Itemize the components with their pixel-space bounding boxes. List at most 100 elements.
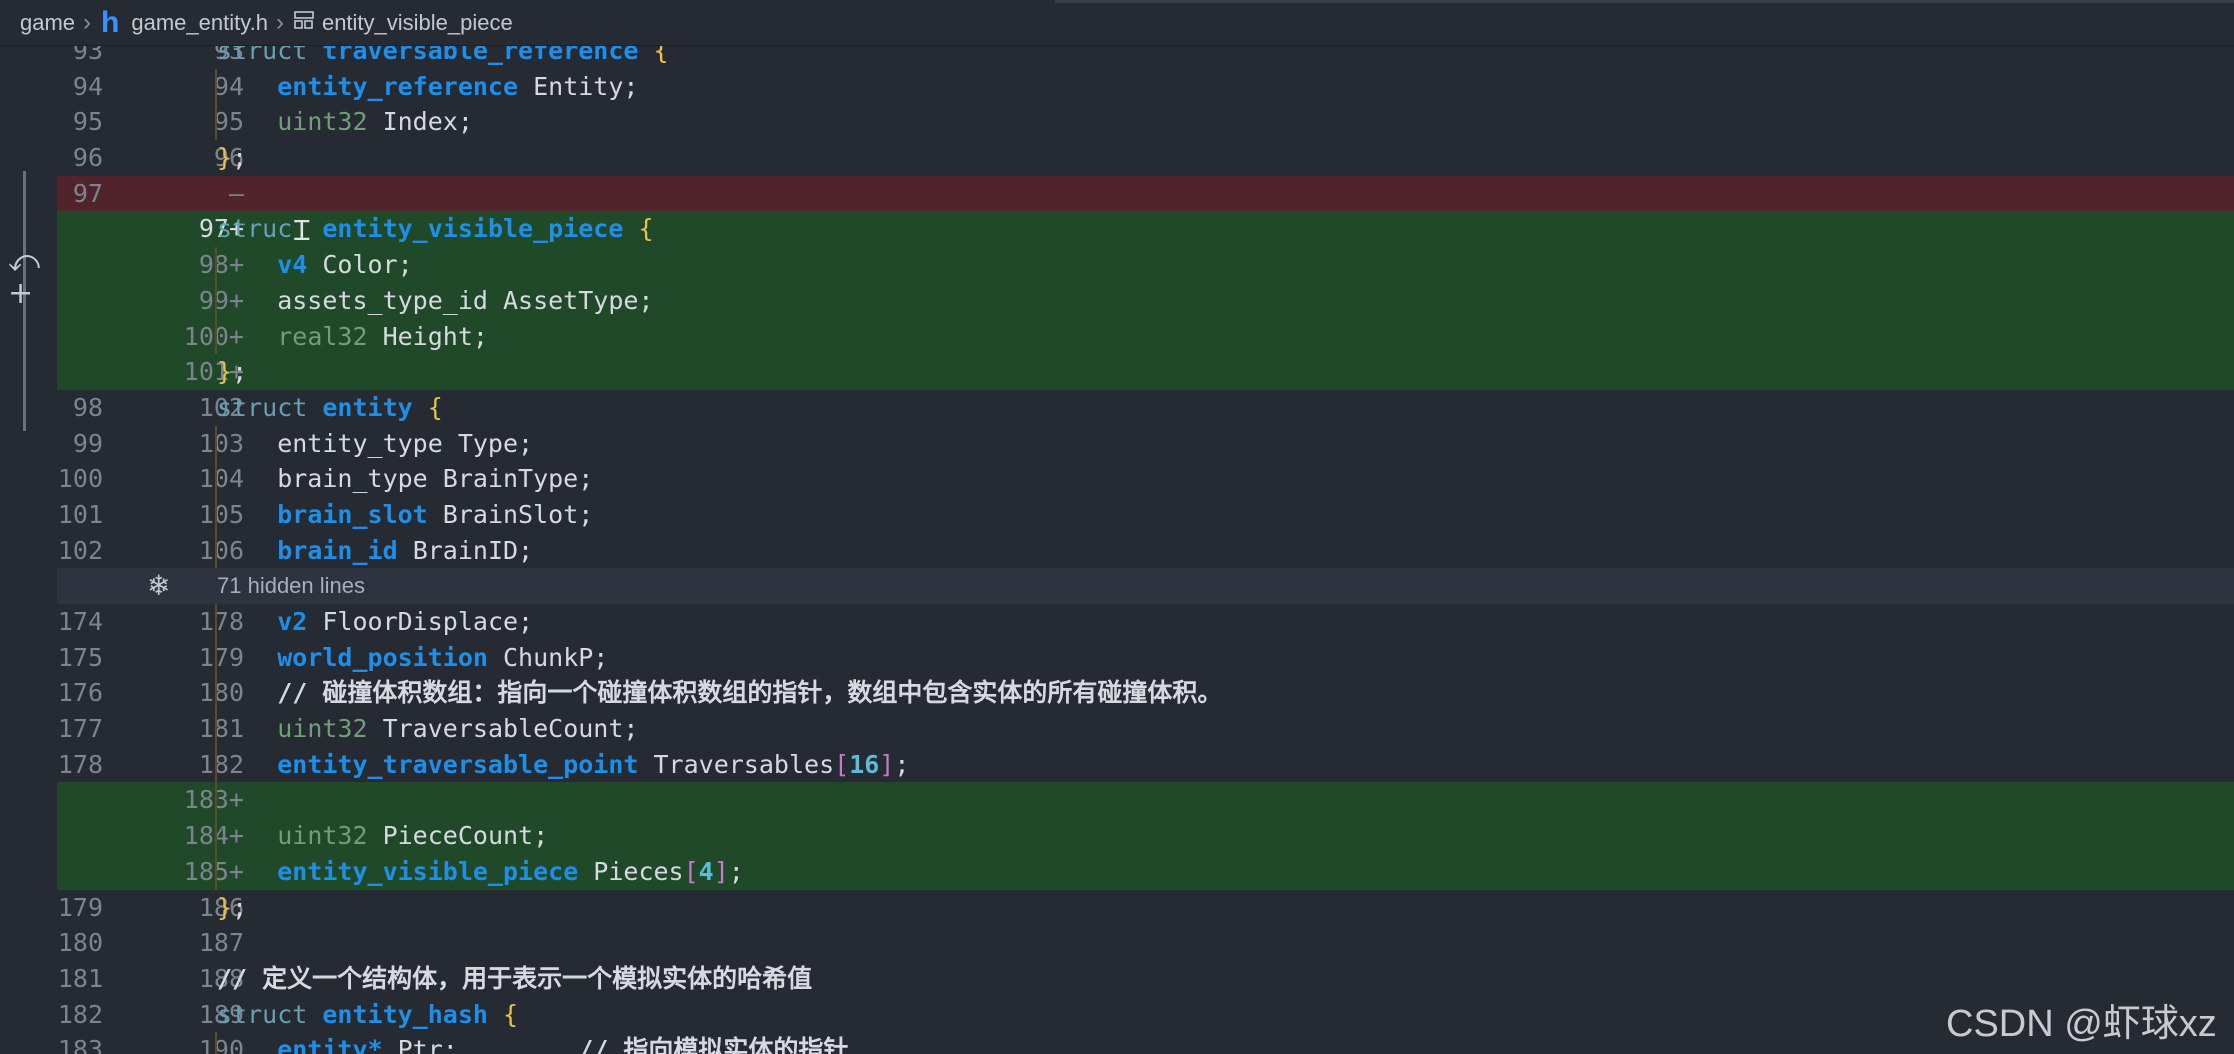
- code-text[interactable]: v4 Color;: [217, 247, 413, 283]
- old-line-number: 101: [57, 499, 103, 529]
- code-text[interactable]: brain_type BrainType;: [217, 461, 593, 497]
- code-text[interactable]: };: [217, 890, 247, 926]
- code-token: entity_hash: [322, 999, 503, 1029]
- code-lines: 93 93 struct traversable_reference {94 94 e…: [57, 46, 2234, 1054]
- added-line: 97+ struc entity_visible_piece {: [57, 211, 2234, 248]
- code-token: {: [638, 214, 654, 244]
- code-text[interactable]: uint32 TraversableCount;: [217, 711, 638, 747]
- code-line: 100 104 brain_type BrainType;: [57, 461, 2234, 497]
- breadcrumb-folder[interactable]: game: [20, 10, 75, 36]
- struct-symbol-icon: [294, 10, 314, 36]
- code-line: 182 189 struct entity_hash {: [57, 997, 2234, 1033]
- code-line: 175 179 world_position ChunkP;: [57, 639, 2234, 676]
- code-token: uint32: [277, 107, 368, 137]
- code-text[interactable]: struct traversable_reference {: [217, 46, 669, 69]
- code-token: ;: [232, 143, 248, 173]
- new-line-number: 183+: [183, 785, 244, 815]
- code-editor[interactable]: 93 93 struct traversable_reference {94 94 e…: [57, 46, 2234, 1054]
- code-line: 93 93 struct traversable_reference {: [57, 46, 2234, 69]
- code-line: 99 103 entity_type Type;: [57, 425, 2234, 462]
- add-icon[interactable]: +: [8, 276, 33, 311]
- revert-icon[interactable]: ⤺: [8, 244, 40, 279]
- code-line: 176 180 // 碰撞体积数组：指向一个碰撞体积数组的指针，数组中包含实体的所…: [57, 675, 2234, 712]
- code-text[interactable]: struct entity {: [217, 390, 443, 426]
- added-line: 184+ uint32 PieceCount;: [57, 818, 2234, 854]
- indent-guide: [215, 782, 217, 819]
- code-line: 98 102 struct entity {: [57, 390, 2234, 426]
- code-token: // 指向模拟实体的指针: [578, 1035, 849, 1054]
- old-line-number: 181: [57, 963, 103, 993]
- code-token: entity_reference: [277, 71, 519, 101]
- chevron-right-icon: ›: [275, 8, 284, 36]
- code-token: real32: [277, 321, 368, 351]
- code-text[interactable]: entity* Ptr; // 指向模拟实体的指针: [217, 1032, 848, 1054]
- watermark: CSDN @虾球xz: [1946, 1003, 2217, 1045]
- code-token: ;: [894, 749, 910, 779]
- unfold-icon[interactable]: ❄: [147, 568, 170, 604]
- code-token: Entity;: [518, 71, 639, 101]
- code-token: ]: [713, 856, 729, 886]
- code-text[interactable]: uint32 PieceCount;: [217, 818, 548, 854]
- code-text[interactable]: brain_id BrainID;: [217, 533, 533, 569]
- code-text[interactable]: brain_slot BrainSlot;: [217, 497, 593, 533]
- code-token: ]: [879, 749, 895, 779]
- code-text[interactable]: // 定义一个结构体，用于表示一个模拟实体的哈希值: [217, 961, 812, 997]
- code-token: Pieces: [578, 856, 684, 886]
- code-line: 95 95 uint32 Index;: [57, 104, 2234, 141]
- code-token: // 定义一个结构体，用于表示一个模拟实体的哈希值: [217, 963, 813, 993]
- code-text[interactable]: };: [217, 140, 247, 176]
- code-token: entity: [322, 392, 428, 422]
- code-text[interactable]: real32 Height;: [217, 319, 488, 355]
- code-token: Height;: [367, 321, 488, 351]
- code-text[interactable]: world_position ChunkP;: [217, 640, 608, 676]
- old-line-number: 180: [57, 928, 103, 958]
- code-line: 179 186};: [57, 890, 2234, 926]
- breadcrumb-symbol[interactable]: entity_visible_piece: [322, 10, 513, 36]
- code-text[interactable]: struc entity_visible_piece {: [217, 211, 654, 247]
- code-text[interactable]: entity_reference Entity;: [217, 69, 638, 105]
- code-token: ChunkP;: [487, 642, 609, 672]
- code-text[interactable]: };: [217, 354, 247, 390]
- breadcrumb-file[interactable]: game_entity.h: [131, 10, 268, 36]
- hidden-lines-fold[interactable]: ❄ 71 hidden lines: [57, 568, 2234, 604]
- old-line-number: 176: [57, 678, 103, 708]
- code-token: PieceCount;: [367, 821, 549, 851]
- chevron-right-icon: ›: [83, 8, 92, 36]
- diff-gutter: ⤺ +: [0, 46, 57, 1054]
- removed-line: 97 —: [57, 175, 2234, 212]
- code-text[interactable]: // 碰撞体积数组：指向一个碰撞体积数组的指针，数组中包含实体的所有碰撞体积。: [217, 675, 1222, 711]
- scrollbar-top: [1055, 0, 2234, 3]
- code-token: TraversableCount;: [367, 714, 639, 744]
- code-text[interactable]: struct entity_hash {: [217, 997, 518, 1033]
- code-token: brain_type BrainType;: [217, 464, 594, 494]
- code-token: }: [217, 143, 233, 173]
- old-line-number: 174: [57, 607, 103, 636]
- code-text[interactable]: v2 FloorDisplace;: [217, 604, 533, 640]
- code-token: // 碰撞体积数组：指向一个碰撞体积数组的指针，数组中包含实体的所有碰撞体积。: [217, 678, 1223, 708]
- code-text[interactable]: uint32 Index;: [217, 104, 473, 140]
- code-text[interactable]: assets_type_id AssetType;: [217, 283, 653, 319]
- old-line-number: 175: [57, 642, 103, 672]
- code-token: brain_id: [277, 535, 398, 565]
- code-text[interactable]: entity_type Type;: [217, 426, 533, 462]
- new-line-number: —: [228, 178, 244, 208]
- added-line: 101+};: [57, 354, 2234, 390]
- old-line-number: 93: [72, 46, 103, 65]
- code-token: v2: [277, 607, 308, 636]
- breadcrumb: game › h game_entity.h › entity_visible_…: [0, 0, 2234, 46]
- code-text[interactable]: entity_visible_piece Pieces[4];: [217, 854, 744, 890]
- code-token: struct: [217, 46, 323, 65]
- code-token: struc: [217, 214, 293, 244]
- old-line-number: 95: [72, 107, 103, 137]
- code-text[interactable]: entity_traversable_point Traversables[16…: [217, 747, 909, 783]
- code-token: [: [834, 749, 850, 779]
- old-line-number: 100: [57, 464, 103, 494]
- hidden-lines-label[interactable]: 71 hidden lines: [217, 568, 365, 604]
- code-token: uint32: [277, 821, 368, 851]
- code-token: Color;: [307, 250, 413, 280]
- code-token: ;: [232, 892, 248, 922]
